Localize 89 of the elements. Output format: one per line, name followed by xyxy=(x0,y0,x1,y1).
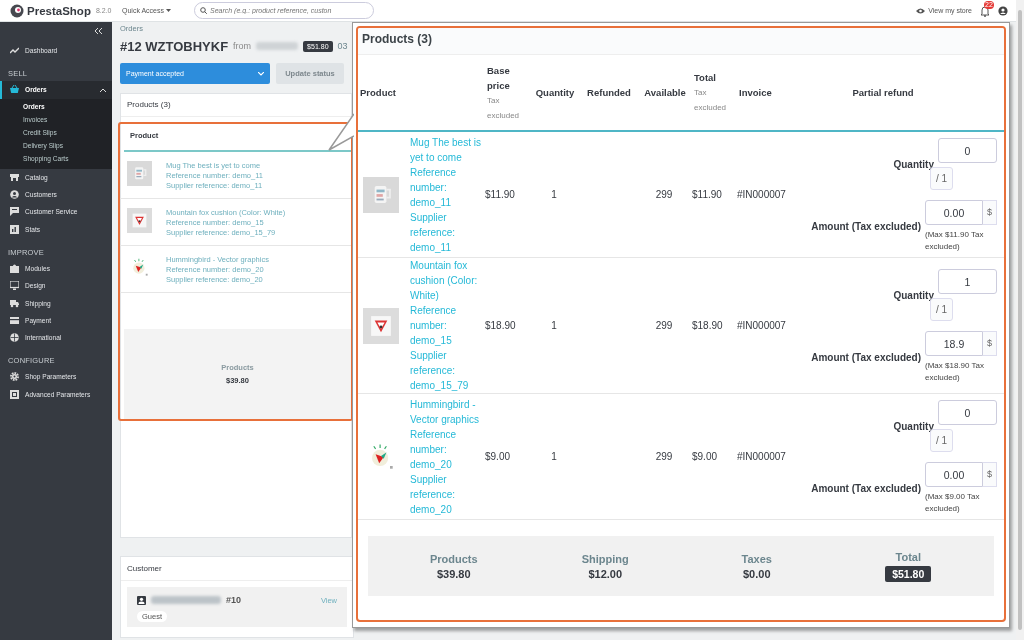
panel-title: Products (3) xyxy=(358,28,1004,55)
field-label: Amount (Tax excluded) xyxy=(811,352,921,363)
supplier-text: Supplier reference: demo_11 xyxy=(410,210,457,255)
redacted-name xyxy=(151,596,221,604)
from-text: from xyxy=(233,41,252,51)
total-badge: $51.80 xyxy=(885,565,932,582)
redacted-name xyxy=(256,42,299,50)
max-amount-note: (Max $11.90 Tax excluded) xyxy=(925,229,985,253)
amount-field[interactable]: 0.00 xyxy=(925,200,983,225)
summary-value: $0.00 xyxy=(743,567,771,580)
monitor-icon xyxy=(10,281,19,291)
quantity-cell-text: 1 xyxy=(550,451,558,462)
supplier-text: Supplier reference: demo_15_79 xyxy=(410,349,470,393)
reference-text: Reference number: demo_15 xyxy=(410,304,458,348)
summary-value: $39.80 xyxy=(436,567,471,580)
column-header: Product xyxy=(359,86,397,100)
max-amount-note: (Max $18.90 Tax excluded) xyxy=(925,360,985,384)
supplier-text: Supplier reference: demo_20 xyxy=(410,472,457,517)
column-header: Invoice xyxy=(738,86,773,100)
max-amount-note: (Max $9.00 Tax excluded) xyxy=(925,491,981,515)
user-circle-icon xyxy=(10,190,19,200)
price-cell-text: $11.90 xyxy=(485,189,516,200)
total-cell-text: $11.90 xyxy=(692,189,723,200)
caret-icon xyxy=(100,87,106,92)
reference-text: Reference number: demo_11 xyxy=(410,165,458,210)
amount-field[interactable]: 0.00 xyxy=(925,462,983,487)
price-cell-text: $18.90 xyxy=(485,320,517,331)
currency-addon: $ xyxy=(983,462,997,487)
chip-icon xyxy=(10,389,19,399)
summary-label: Shipping xyxy=(581,552,629,565)
currency-addon: $ xyxy=(983,200,997,225)
quantity-field[interactable]: 1 xyxy=(938,269,997,294)
column-note: Tax excluded xyxy=(487,94,521,122)
quantity-field[interactable]: 0 xyxy=(938,400,997,425)
eye-icon xyxy=(916,7,926,14)
truck-icon xyxy=(10,298,19,308)
bar-chart-icon xyxy=(10,224,19,234)
logo-text: PrestaShop xyxy=(27,4,91,17)
order-date: 03 xyxy=(337,41,348,51)
order-number: #12 WZTOBHYKF xyxy=(120,38,229,54)
customer-number: #10 xyxy=(226,595,242,605)
invoice-cell-text: #IN000007 xyxy=(737,320,787,331)
puzzle-icon xyxy=(10,263,19,273)
price-cell-text: $9.00 xyxy=(485,451,512,462)
invoice-cell-text: #IN000007 xyxy=(737,189,787,200)
column-header: Partial refund xyxy=(851,86,915,100)
field-label: Amount (Tax excluded) xyxy=(811,221,921,232)
invoice-cell-text: #IN000007 xyxy=(737,451,787,462)
user-icon[interactable] xyxy=(998,5,1008,16)
column-header: Total Tax excluded xyxy=(692,70,737,115)
chart-line-icon xyxy=(10,46,19,56)
caret-icon xyxy=(166,8,171,13)
search-icon xyxy=(200,7,207,14)
summary-label: Products xyxy=(429,552,478,565)
caret-icon xyxy=(258,71,264,76)
gear-icon xyxy=(10,372,19,382)
collapse-icon[interactable] xyxy=(95,28,102,34)
quantity-cell-text: 1 xyxy=(550,320,558,331)
field-label: Quantity xyxy=(893,420,934,432)
column-header: Available xyxy=(643,86,687,100)
column-header: Base price Tax excluded xyxy=(485,62,528,123)
summary-label: Total xyxy=(895,550,921,563)
contact-icon xyxy=(137,595,146,605)
field-label: Quantity xyxy=(893,289,934,301)
summary-label: Taxes xyxy=(741,552,772,565)
summary-value: $12.00 xyxy=(588,567,623,580)
scrollbar[interactable] xyxy=(1018,10,1022,630)
field-label: Amount (Tax excluded) xyxy=(811,483,921,494)
available-cell-text: 299 xyxy=(654,451,674,462)
available-cell-text: 299 xyxy=(654,189,674,200)
total-cell-text: $9.00 xyxy=(692,451,719,462)
column-header: Quantity xyxy=(534,86,576,100)
card-icon xyxy=(10,315,19,325)
quantity-cell-text: 1 xyxy=(550,189,558,200)
quantity-field[interactable]: 0 xyxy=(938,138,997,163)
logo-icon xyxy=(10,3,24,18)
amount-field[interactable]: 18.9 xyxy=(925,331,983,356)
total-cell-text: $18.90 xyxy=(692,320,724,331)
column-header: Refunded xyxy=(586,86,632,100)
chat-icon xyxy=(10,207,19,217)
column-note: Tax excluded xyxy=(694,87,728,114)
globe-icon xyxy=(10,333,19,343)
reference-text: Reference number: demo_20 xyxy=(410,427,458,472)
card-title: Products (3) xyxy=(121,94,351,117)
basket-icon xyxy=(10,85,19,95)
store-icon xyxy=(10,172,19,182)
available-cell-text: 299 xyxy=(654,320,674,331)
currency-addon: $ xyxy=(983,331,997,356)
field-label: Quantity xyxy=(893,158,934,170)
